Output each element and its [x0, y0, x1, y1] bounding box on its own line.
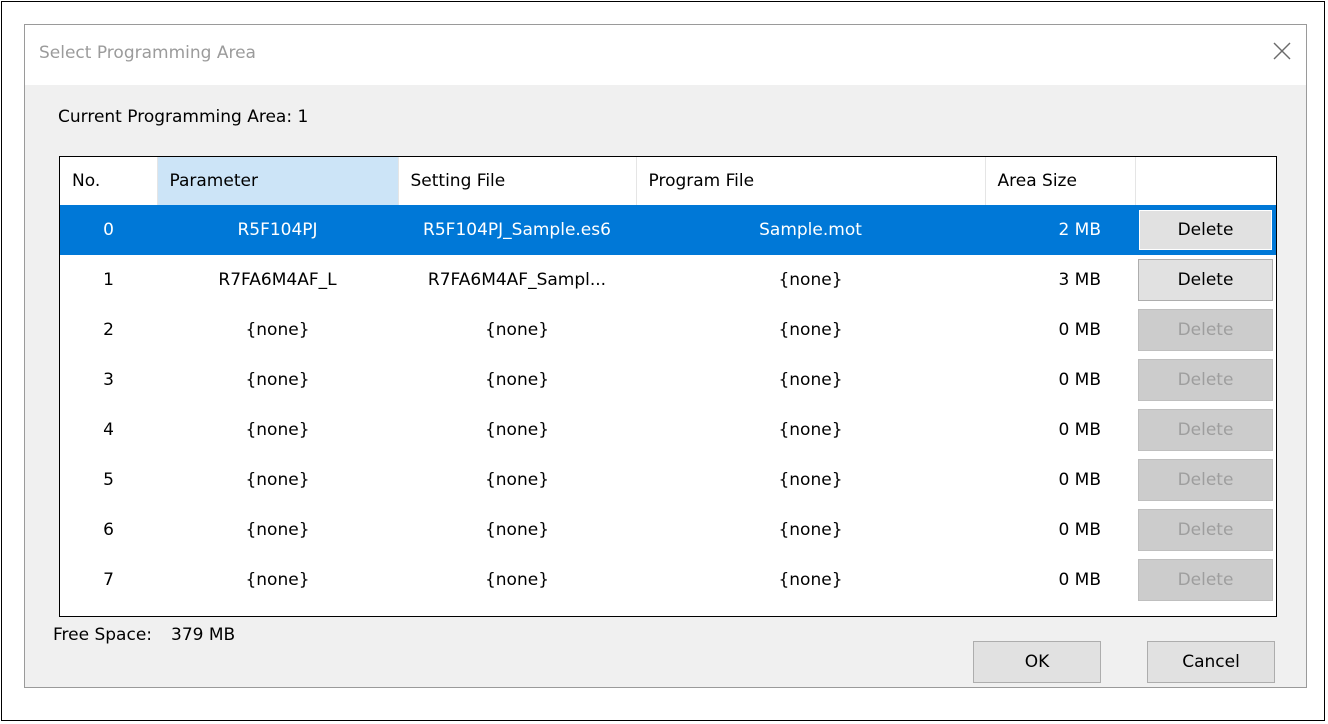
- cell-parameter: {none}: [245, 520, 310, 540]
- cell-parameter: {none}: [245, 570, 310, 590]
- table-row[interactable]: 4 {none} {none} {none} 0 MB Delete: [60, 405, 1276, 455]
- cell-program-file: {none}: [778, 320, 843, 340]
- cell-setting-file: R7FA6M4AF_Sampl...: [427, 270, 607, 290]
- column-header-setting-file[interactable]: Setting File: [398, 157, 637, 205]
- cell-program-file: {none}: [778, 470, 843, 490]
- delete-button: Delete: [1138, 559, 1273, 601]
- cell-delete: Delete: [1135, 505, 1276, 555]
- title-bar: Select Programming Area: [25, 25, 1306, 85]
- cell-setting-file: {none}: [484, 420, 550, 440]
- cell-parameter: R7FA6M4AF_L: [218, 270, 337, 290]
- cell-area-size: 0 MB: [1058, 570, 1101, 590]
- column-header-area-size[interactable]: Area Size: [985, 157, 1136, 205]
- cancel-button[interactable]: Cancel: [1147, 641, 1275, 683]
- cell-no: 5: [103, 470, 114, 490]
- table-row[interactable]: 7 {none} {none} {none} 0 MB Delete: [60, 555, 1276, 605]
- cell-area-size: 0 MB: [1058, 420, 1101, 440]
- table-row[interactable]: 0 R5F104PJ R5F104PJ_Sample.es6 Sample.mot 2 …: [60, 205, 1276, 255]
- cell-parameter: {none}: [245, 420, 310, 440]
- cell-no: 2: [103, 320, 114, 340]
- cell-area-size: 0 MB: [1058, 320, 1101, 340]
- delete-button[interactable]: Delete: [1138, 209, 1273, 251]
- cell-area-size: 0 MB: [1058, 520, 1101, 540]
- free-space-value: 379 MB: [171, 625, 236, 645]
- cell-parameter: {none}: [245, 370, 310, 390]
- cell-parameter: R5F104PJ: [157, 205, 398, 255]
- cell-setting-file: {none}: [484, 320, 550, 340]
- cell-delete: Delete: [1135, 305, 1276, 355]
- delete-button[interactable]: Delete: [1138, 259, 1273, 301]
- delete-button: Delete: [1138, 459, 1273, 501]
- cell-delete: Delete: [1135, 405, 1276, 455]
- cell-area-size: 0 MB: [1058, 470, 1101, 490]
- cell-delete: Delete: [1135, 355, 1276, 405]
- cell-delete: Delete: [1135, 255, 1276, 305]
- cell-program-file: Sample.mot: [636, 205, 985, 255]
- cell-no: 4: [103, 420, 114, 440]
- column-header-actions: [1135, 157, 1276, 205]
- column-header-parameter[interactable]: Parameter: [157, 157, 399, 205]
- cell-delete: Delete: [1135, 455, 1276, 505]
- cell-program-file: {none}: [778, 420, 843, 440]
- table-row[interactable]: 6 {none} {none} {none} 0 MB Delete: [60, 505, 1276, 555]
- cell-no: 0: [60, 205, 157, 255]
- delete-button: Delete: [1138, 309, 1273, 351]
- dialog-title: Select Programming Area: [39, 43, 256, 63]
- cell-program-file: {none}: [778, 370, 843, 390]
- delete-button: Delete: [1138, 359, 1273, 401]
- ok-button[interactable]: OK: [973, 641, 1101, 683]
- cell-area-size: 0 MB: [1058, 370, 1101, 390]
- cell-delete: Delete: [1135, 555, 1276, 605]
- cell-parameter: {none}: [245, 470, 310, 490]
- cell-setting-file: {none}: [484, 570, 550, 590]
- programming-area-table: No. Parameter Setting File Program File …: [59, 156, 1277, 617]
- close-icon[interactable]: [1270, 39, 1294, 63]
- delete-button: Delete: [1138, 409, 1273, 451]
- table-row[interactable]: 5 {none} {none} {none} 0 MB Delete: [60, 455, 1276, 505]
- cell-program-file: {none}: [778, 570, 843, 590]
- cell-setting-file: {none}: [484, 470, 550, 490]
- cell-program-file: {none}: [778, 270, 843, 290]
- cell-no: 7: [103, 570, 114, 590]
- cell-delete: Delete: [1135, 205, 1276, 255]
- cell-setting-file: R5F104PJ_Sample.es6: [398, 205, 636, 255]
- current-programming-area-label: Current Programming Area: 1: [58, 107, 309, 127]
- cell-setting-file: {none}: [484, 370, 550, 390]
- cell-no: 1: [103, 270, 114, 290]
- cell-area-size: 3 MB: [1058, 270, 1101, 290]
- cell-no: 3: [103, 370, 114, 390]
- cell-area-size: 2 MB: [985, 205, 1135, 255]
- select-programming-area-dialog: Select Programming Area Current Programm…: [24, 24, 1307, 688]
- cell-program-file: {none}: [778, 520, 843, 540]
- table-row[interactable]: 2 {none} {none} {none} 0 MB Delete: [60, 305, 1276, 355]
- column-header-program-file[interactable]: Program File: [636, 157, 986, 205]
- table-row[interactable]: 1 R7FA6M4AF_L R7FA6M4AF_Sampl... {none} 3 MB…: [60, 255, 1276, 305]
- column-header-no[interactable]: No.: [60, 157, 158, 205]
- cell-setting-file: {none}: [484, 520, 550, 540]
- delete-button: Delete: [1138, 509, 1273, 551]
- free-space-label: Free Space:: [53, 625, 153, 645]
- cell-parameter: {none}: [245, 320, 310, 340]
- table-header-row: No. Parameter Setting File Program File …: [60, 157, 1276, 205]
- cell-no: 6: [103, 520, 114, 540]
- table-row[interactable]: 3 {none} {none} {none} 0 MB Delete: [60, 355, 1276, 405]
